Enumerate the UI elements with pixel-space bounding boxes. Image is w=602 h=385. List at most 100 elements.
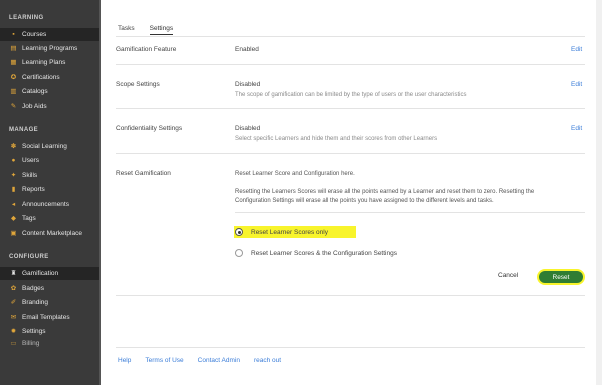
tag-icon: ◆ <box>11 215 16 222</box>
sidebar-item-certifications[interactable]: ✪ Certifications <box>0 71 101 84</box>
certificate-icon: ✪ <box>10 74 17 81</box>
sidebar-item-social-learning[interactable]: ✽ Social Learning <box>0 140 101 153</box>
sidebar-item-label: Billing <box>22 339 40 347</box>
pin-icon: ✎ <box>10 103 17 110</box>
brush-icon: ✐ <box>10 299 17 306</box>
plans-icon: ▦ <box>10 59 17 66</box>
reset-option-scores-only[interactable]: Reset Learner Scores only <box>235 228 328 236</box>
sidebar-item-label: Settings <box>22 328 46 335</box>
sidebar-item-content-marketplace[interactable]: ▣ Content Marketplace <box>0 227 101 240</box>
megaphone-icon: ◂ <box>11 201 16 208</box>
reset-gamification-label: Reset Gamification <box>116 170 171 177</box>
reports-icon: ▮ <box>11 186 16 193</box>
sidebar-item-branding[interactable]: ✐ Branding <box>0 296 101 309</box>
sidebar-item-job-aids[interactable]: ✎ Job Aids <box>0 100 101 113</box>
marketplace-icon: ▣ <box>10 230 17 237</box>
scope-edit-link[interactable]: Edit <box>571 81 582 88</box>
sidebar-item-reports[interactable]: ▮ Reports <box>0 183 101 196</box>
footer-link-terms[interactable]: Terms of Use <box>145 357 183 364</box>
footer-divider <box>116 347 585 348</box>
section-title-configure: CONFIGURE <box>9 254 49 260</box>
scope-settings-description: The scope of gamification can be limited… <box>235 92 467 98</box>
reset-heading: Reset Learner Score and Configuration he… <box>235 171 355 177</box>
section-title-manage: MANAGE <box>9 127 39 133</box>
sidebar-item-label: Skills <box>22 172 38 179</box>
mail-icon: ✉ <box>10 314 17 321</box>
gamification-feature-value: Enabled <box>235 46 259 53</box>
scope-settings-label: Scope Settings <box>116 81 160 88</box>
catalog-icon: ▥ <box>10 88 17 95</box>
sidebar-item-label: Announcements <box>22 201 69 208</box>
sidebar-item-label: Email Templates <box>22 314 70 321</box>
sidebar-item-label: Job Aids <box>22 103 47 110</box>
billing-icon: ▭ <box>10 339 17 347</box>
sidebar-item-label: Badges <box>22 285 45 292</box>
divider <box>116 153 585 154</box>
footer-link-contact-admin[interactable]: Contact Admin <box>198 357 240 364</box>
sidebar-item-label: Social Learning <box>22 143 67 150</box>
badge-icon: ✿ <box>10 285 17 292</box>
sidebar-item-settings[interactable]: ✹ Settings <box>0 325 101 338</box>
sidebar-item-label: Gamification <box>22 270 59 277</box>
book-icon: ▪ <box>12 31 15 38</box>
gamification-edit-link[interactable]: Edit <box>571 46 582 53</box>
cancel-button[interactable]: Cancel <box>498 272 518 279</box>
sidebar-item-learning-plans[interactable]: ▦ Learning Plans <box>0 56 101 69</box>
sidebar-item-label: Certifications <box>22 74 60 81</box>
confidentiality-settings-label: Confidentiality Settings <box>116 125 183 132</box>
reset-description: Resetting the Learners Scores will erase… <box>235 189 535 204</box>
sidebar-item-catalogs[interactable]: ▥ Catalogs <box>0 85 101 98</box>
scope-settings-value: Disabled <box>235 81 261 88</box>
social-icon: ✽ <box>10 143 17 150</box>
sidebar-item-label: Reports <box>22 186 45 193</box>
radio-button[interactable] <box>235 249 243 257</box>
confidentiality-edit-link[interactable]: Edit <box>571 125 582 132</box>
sidebar-item-tags[interactable]: ◆ Tags <box>0 212 101 225</box>
sidebar-item-learning-programs[interactable]: ▤ Learning Programs <box>0 42 101 55</box>
reset-option-label: Reset Learner Scores only <box>251 228 328 236</box>
reset-option-label: Reset Learner Scores & the Configuration… <box>251 249 397 257</box>
main-content: Tasks Settings Gamification Feature Enab… <box>101 0 602 385</box>
sidebar-item-label: Learning Programs <box>22 45 78 52</box>
programs-icon: ▤ <box>10 45 17 52</box>
reset-button[interactable]: Reset <box>539 271 583 283</box>
footer-links: Help Terms of Use Contact Admin reach ou… <box>118 357 281 364</box>
skills-icon: ✦ <box>10 172 17 179</box>
sidebar-item-label: Content Marketplace <box>22 230 82 237</box>
sidebar-item-label: Catalogs <box>22 88 48 95</box>
sidebar-item-billing[interactable]: ▭ Billing <box>0 339 101 347</box>
sidebar-item-label: Branding <box>22 299 49 306</box>
section-title-learning: LEARNING <box>9 15 44 21</box>
page-scrollbar[interactable] <box>596 0 602 385</box>
tab-bar: Tasks Settings <box>118 25 174 35</box>
gear-icon: ✹ <box>10 328 17 335</box>
footer-link-help[interactable]: Help <box>118 357 131 364</box>
sidebar-item-users[interactable]: ● Users <box>0 154 101 167</box>
radio-button-checked[interactable] <box>235 228 243 236</box>
sidebar-item-gamification[interactable]: ♜ Gamification <box>0 267 101 280</box>
confidentiality-settings-description: Select specific Learners and hide them a… <box>235 136 438 142</box>
trophy-icon: ♜ <box>10 270 17 277</box>
sidebar-item-courses[interactable]: ▪ Courses <box>0 28 101 41</box>
divider <box>116 108 585 109</box>
footer-link-reach-out[interactable]: reach out <box>254 357 281 364</box>
sidebar-item-label: Users <box>22 157 39 164</box>
reset-option-scores-and-config[interactable]: Reset Learner Scores & the Configuration… <box>235 249 397 257</box>
divider <box>116 36 585 37</box>
tab-settings[interactable]: Settings <box>149 25 174 35</box>
sidebar-item-skills[interactable]: ✦ Skills <box>0 169 101 182</box>
tab-tasks[interactable]: Tasks <box>118 25 135 35</box>
sidebar-item-badges[interactable]: ✿ Badges <box>0 282 101 295</box>
sidebar-item-label: Tags <box>22 215 36 222</box>
users-icon: ● <box>11 157 16 164</box>
sidebar-item-email-templates[interactable]: ✉ Email Templates <box>0 311 101 324</box>
divider <box>235 212 585 213</box>
sidebar-item-label: Learning Plans <box>22 59 66 66</box>
sidebar: LEARNING ▪ Courses ▤ Learning Programs ▦… <box>0 0 101 385</box>
confidentiality-settings-value: Disabled <box>235 125 261 132</box>
sidebar-item-label: Courses <box>22 31 47 38</box>
divider <box>116 64 585 65</box>
gamification-feature-label: Gamification Feature <box>116 46 177 53</box>
sidebar-item-announcements[interactable]: ◂ Announcements <box>0 198 101 211</box>
divider <box>116 295 585 296</box>
